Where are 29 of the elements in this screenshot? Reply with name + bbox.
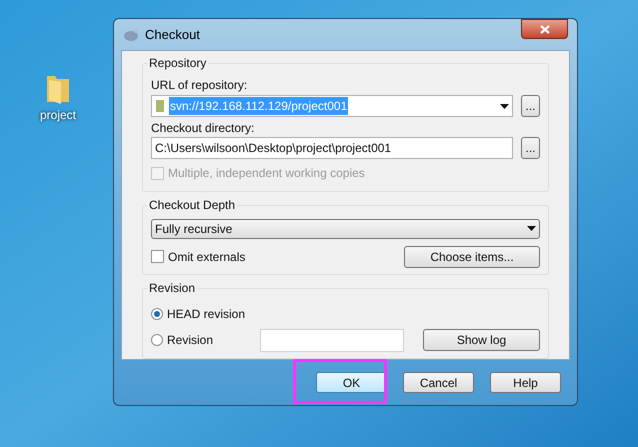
url-value: svn://192.168.112.129/project001 <box>169 97 348 115</box>
directory-field[interactable]: C:\Users\wilsoon\Desktop\project\project001 <box>151 137 513 159</box>
show-log-button[interactable]: Show log <box>423 329 540 352</box>
dialog-button[interactable]: Cancel <box>403 372 474 393</box>
close-icon <box>540 24 550 34</box>
depth-dropdown[interactable]: Fully recursive <box>151 218 540 239</box>
close-button[interactable] <box>521 19 568 39</box>
checkbox-label: Multiple, independent working copies <box>168 165 365 182</box>
browse-button[interactable]: ... <box>521 137 540 159</box>
group-title: Repository <box>147 56 208 71</box>
dropdown-value: Fully recursive <box>155 220 232 238</box>
browse-button[interactable]: ... <box>521 95 540 117</box>
dropdown-caret-icon <box>500 104 509 108</box>
field-label: Checkout directory: <box>151 120 256 136</box>
revision-field[interactable] <box>260 328 404 352</box>
group-title: Checkout Depth <box>147 198 238 213</box>
dropdown-caret-icon <box>527 226 536 232</box>
radio-button[interactable] <box>151 308 163 320</box>
radio-label: HEAD revision <box>167 306 246 323</box>
dialog-button[interactable]: Help <box>490 372 561 393</box>
field-label: URL of repository: <box>151 77 248 93</box>
checkbox[interactable] <box>151 250 164 264</box>
radio-button[interactable] <box>151 334 163 346</box>
window-title: Checkout <box>145 26 200 44</box>
radio-label: Revision <box>167 332 214 350</box>
app-icon <box>123 28 139 42</box>
checkbox-label: Omit externals <box>168 248 246 266</box>
dialog-button[interactable]: OK <box>316 372 387 393</box>
choose-items-button[interactable]: Choose items... <box>404 246 540 268</box>
